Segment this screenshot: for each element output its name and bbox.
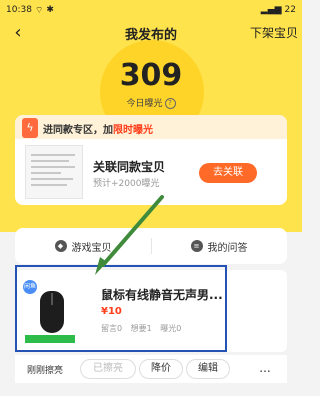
bottom-strip xyxy=(0,384,302,396)
promo-card: ϟ 进同款专区，加限时曝光 关联同款宝贝 预计+2000曝光 去关联 xyxy=(15,115,287,205)
tab-label: 游戏宝贝 xyxy=(71,242,112,254)
signal-icon: ▂▄▆ xyxy=(260,5,282,15)
promo-title: 进同款专区，加限时曝光 xyxy=(43,121,153,136)
tab-game-items[interactable]: ◆ 游戏宝贝 xyxy=(15,228,151,264)
tab-label: 我的问答 xyxy=(207,242,248,254)
battery-icon: 22 xyxy=(284,5,296,15)
bolt-icon: ϟ xyxy=(22,118,38,138)
promo-header: ϟ 进同款专区，加限时曝光 xyxy=(15,115,287,139)
refresh-status: 刚刚擦亮 xyxy=(27,366,64,376)
exposure-label-text: 今日曝光 xyxy=(126,99,163,109)
link-button[interactable]: 去关联 xyxy=(199,163,257,183)
bluetooth-icon: ✱ xyxy=(46,5,54,15)
highlight-box xyxy=(15,265,227,352)
exposure-count: 309 xyxy=(119,58,183,93)
delisted-items-link[interactable]: 下架宝贝 xyxy=(250,24,298,41)
promo-main-text: 关联同款宝贝 xyxy=(93,160,166,174)
chat-icon: ≡ xyxy=(190,240,203,252)
tab-bar: ◆ 游戏宝贝 ≡ 我的问答 xyxy=(15,228,287,264)
more-icon[interactable]: ... xyxy=(255,359,275,379)
refreshed-button[interactable]: 已擦亮 xyxy=(80,359,136,379)
exposure-label: 今日曝光? xyxy=(0,96,302,109)
product-thumbnail xyxy=(25,145,83,199)
wifi-icon: ⌔ xyxy=(34,5,44,16)
status-time: 10:38 xyxy=(6,5,32,15)
item-actions: 刚刚擦亮 已擦亮 降价 编辑 ... xyxy=(15,355,287,383)
promo-sub-text: 预计+2000曝光 xyxy=(93,179,160,189)
edit-button[interactable]: 编辑 xyxy=(186,359,230,379)
help-icon[interactable]: ? xyxy=(164,98,176,109)
reduce-price-button[interactable]: 降价 xyxy=(139,359,183,379)
status-bar: 10:38 ⌔ ✱ ▂▄▆ 22 xyxy=(0,0,302,20)
promo-title-highlight: 限时曝光 xyxy=(113,125,153,136)
gamepad-icon: ◆ xyxy=(54,240,67,252)
tab-my-qa[interactable]: ≡ 我的问答 xyxy=(151,228,287,264)
promo-title-prefix: 进同款专区，加 xyxy=(43,125,113,136)
